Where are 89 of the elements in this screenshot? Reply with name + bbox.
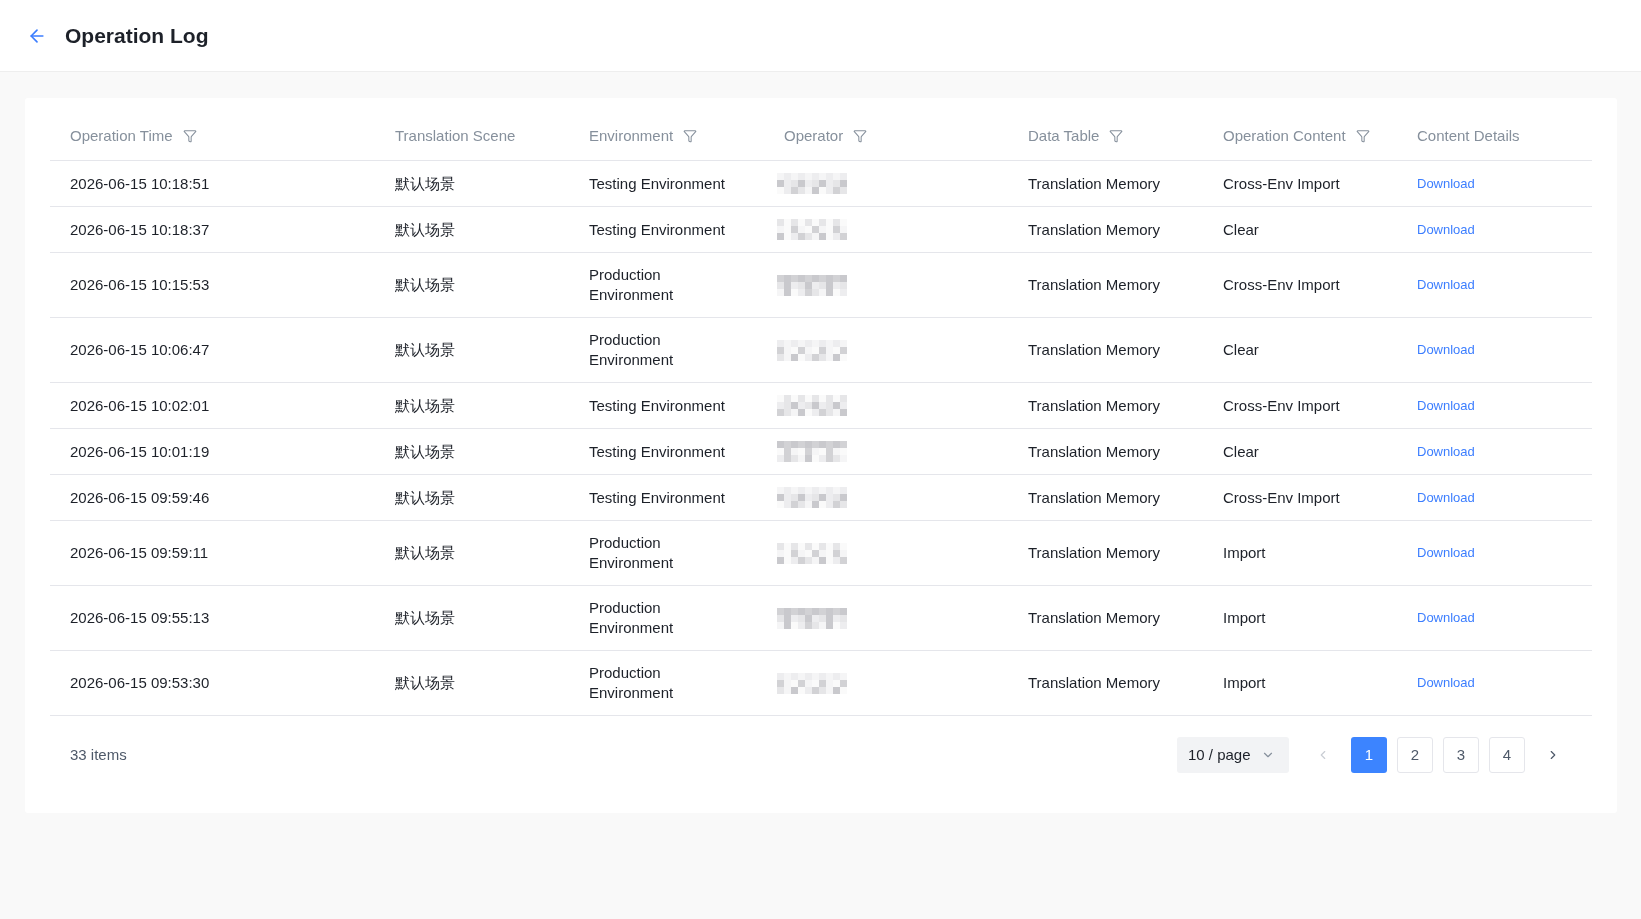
translation-scene-cell: 默认场景 (395, 173, 455, 194)
operation-content-cell: Import (1223, 543, 1266, 563)
operation-time-cell: 2026-06-15 09:59:46 (70, 487, 210, 508)
translation-scene-cell: 默认场景 (395, 395, 455, 416)
page-number-button[interactable]: 1 (1351, 737, 1387, 773)
page-number-button[interactable]: 2 (1397, 737, 1433, 773)
data-table-cell: Translation Memory (1028, 340, 1160, 360)
translation-scene-cell: 默认场景 (395, 487, 455, 508)
operation-content-cell: Import (1223, 608, 1266, 628)
environment-cell-text: Production Environment (589, 533, 675, 573)
environment-cell-text: Production Environment (589, 598, 675, 638)
page-number-button[interactable]: 4 (1489, 737, 1525, 773)
page-number-button[interactable]: 3 (1443, 737, 1479, 773)
data-table-cell: Translation Memory (1028, 219, 1160, 240)
environment-cell: Testing Environment (589, 487, 725, 508)
download-link[interactable]: Download (1417, 441, 1475, 462)
column-header: Environment (589, 126, 674, 146)
column-header: Operation Time (70, 126, 173, 146)
environment-cell-text: Production Environment (589, 330, 675, 370)
pixelated-name-image (777, 339, 847, 361)
data-table-cell: Translation Memory (1028, 543, 1160, 563)
page-title: Operation Log (65, 22, 209, 49)
pixelated-name-image (777, 173, 847, 194)
operation-content-cell: Cross-Env Import (1223, 275, 1340, 295)
operation-time-cell: 2026-06-15 10:15:53 (70, 275, 210, 295)
pixelated-name-image (777, 487, 847, 508)
download-link[interactable]: Download (1417, 487, 1475, 508)
download-link[interactable]: Download (1417, 673, 1475, 693)
environment-cell-text: Production Environment (589, 663, 675, 703)
pixelated-name-image (777, 607, 847, 629)
translation-scene-cell: 默认场景 (395, 608, 455, 628)
environment-cell-text: Production Environment (589, 265, 675, 305)
data-table-cell: Translation Memory (1028, 487, 1160, 508)
column-header: Operator (784, 126, 844, 146)
data-table-cell: Translation Memory (1028, 441, 1160, 462)
filter-icon[interactable] (182, 129, 197, 143)
translation-scene-cell: 默认场景 (395, 275, 455, 295)
environment-cell: Testing Environment (589, 441, 725, 462)
data-table-cell: Translation Memory (1028, 673, 1160, 693)
filter-icon[interactable] (683, 129, 698, 143)
operation-content-cell: Clear (1223, 441, 1259, 462)
environment-cell: Testing Environment (589, 219, 725, 240)
data-table-cell: Translation Memory (1028, 173, 1160, 194)
pixelated-name-image (777, 395, 847, 416)
data-table-cell: Translation Memory (1028, 275, 1160, 295)
column-header: Data Table (1028, 126, 1100, 146)
pixelated-name-image (777, 274, 847, 296)
download-link[interactable]: Download (1417, 608, 1475, 628)
pixelated-name-image (777, 219, 847, 240)
operation-content-cell: Cross-Env Import (1223, 173, 1340, 194)
environment-cell: Testing Environment (589, 173, 725, 194)
download-link[interactable]: Download (1417, 340, 1475, 360)
operation-time-cell: 2026-06-15 10:02:01 (70, 395, 210, 416)
operation-time-cell: 2026-06-15 10:18:37 (70, 219, 210, 240)
translation-scene-cell: 默认场景 (395, 340, 455, 360)
translation-scene-cell: 默认场景 (395, 673, 455, 693)
filter-icon[interactable] (853, 129, 868, 143)
operation-time-cell: 2026-06-15 10:18:51 (70, 173, 210, 194)
data-table-cell: Translation Memory (1028, 608, 1160, 628)
pixelated-name-image (777, 672, 847, 694)
filter-icon[interactable] (1355, 129, 1370, 143)
translation-scene-cell: 默认场景 (395, 219, 455, 240)
operation-content-cell: Clear (1223, 340, 1259, 360)
download-link[interactable]: Download (1417, 543, 1475, 563)
operation-time-cell: 2026-06-15 09:55:13 (70, 608, 210, 628)
translation-scene-cell: 默认场景 (395, 441, 455, 462)
operation-content-cell: Import (1223, 673, 1266, 693)
column-header: Translation Scene (395, 126, 516, 146)
translation-scene-cell: 默认场景 (395, 543, 455, 563)
column-header: Operation Content (1223, 126, 1346, 146)
download-link[interactable]: Download (1417, 219, 1475, 240)
filter-icon[interactable] (1109, 129, 1124, 143)
pixelated-name-image (777, 542, 847, 564)
download-link[interactable]: Download (1417, 173, 1475, 194)
operation-content-cell: Clear (1223, 219, 1259, 240)
total-items-label: 33 items (70, 744, 127, 765)
operation-content-cell: Cross-Env Import (1223, 395, 1340, 416)
page-size-select[interactable]: 10 / page (1177, 737, 1289, 773)
download-link[interactable]: Download (1417, 395, 1475, 416)
environment-cell: Testing Environment (589, 395, 725, 416)
operation-time-cell: 2026-06-15 10:06:47 (70, 340, 210, 360)
operation-time-cell: 2026-06-15 09:53:30 (70, 673, 210, 693)
operation-time-cell: 2026-06-15 09:59:11 (70, 543, 209, 563)
column-header: Content Details (1417, 126, 1520, 146)
operation-time-cell: 2026-06-15 10:01:19 (70, 441, 210, 462)
pixelated-name-image (777, 441, 847, 462)
operation-content-cell: Cross-Env Import (1223, 487, 1340, 508)
download-link[interactable]: Download (1417, 275, 1475, 295)
data-table-cell: Translation Memory (1028, 395, 1160, 416)
